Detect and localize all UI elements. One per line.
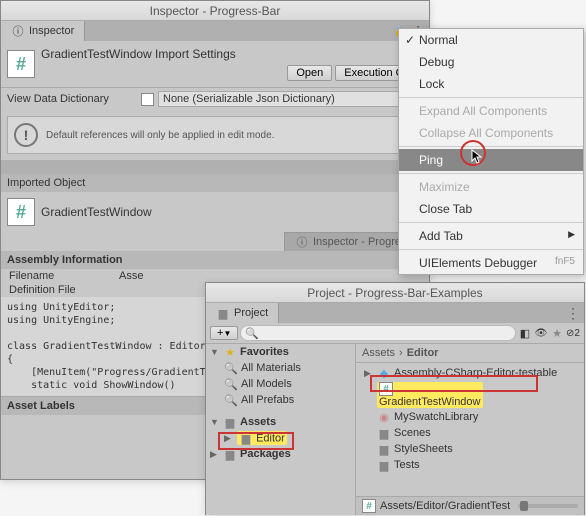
project-tab[interactable]: ▆ Project <box>206 303 279 323</box>
menu-close-tab[interactable]: Close Tab <box>399 198 583 220</box>
fav-all-prefabs[interactable]: All Prefabs <box>206 392 355 408</box>
menu-add-tab[interactable]: Add Tab <box>399 225 583 247</box>
view-dict-label: View Data Dictionary <box>7 93 137 105</box>
folder-icon: ▆ <box>216 306 230 320</box>
file-swatch-library[interactable]: ◉MySwatchLibrary <box>360 409 580 425</box>
script-icon: # <box>7 50 35 78</box>
menu-normal[interactable]: Normal <box>399 29 583 51</box>
assets-node[interactable]: ▼▆Assets <box>206 414 355 430</box>
menu-ping[interactable]: Ping <box>399 149 583 171</box>
project-footer: # Assets/Editor/GradientTest <box>356 496 584 515</box>
packages-node[interactable]: ▶▆Packages <box>206 446 355 462</box>
search-icon <box>224 361 238 375</box>
imported-object-row: # GradientTestWindow <box>1 192 429 232</box>
tab-label: Project <box>234 307 268 319</box>
imported-object-header: Imported Object <box>1 174 429 192</box>
info-icon: ⓘ <box>11 24 25 38</box>
warning-text: Default references will only be applied … <box>46 130 274 141</box>
assembly-info-header: Assembly Information <box>1 251 429 269</box>
menu-collapse-all: Collapse All Components <box>399 122 583 144</box>
add-button[interactable]: +▼ <box>210 326 238 340</box>
context-menu: Normal Debug Lock Expand All Components … <box>398 28 584 275</box>
script-header: # GradientTestWindow Import Settings Ope… <box>1 41 429 88</box>
project-titlebar: Project - Progress-Bar-Examples <box>206 283 584 303</box>
search-input[interactable] <box>240 325 516 341</box>
file-assembly[interactable]: ▶◆Assembly-CSharp-Editor-testable <box>360 365 580 381</box>
filename-key: Filename <box>9 270 119 282</box>
filename-value: Asse <box>119 270 143 282</box>
folder-scenes[interactable]: ▆Scenes <box>360 425 580 441</box>
warning-box: ! Default references will only be applie… <box>7 116 423 154</box>
inspector-tab[interactable]: ⓘ Inspector <box>1 21 85 41</box>
project-window: Project - Progress-Bar-Examples ▆ Projec… <box>205 282 585 515</box>
folder-stylesheets[interactable]: ▆StyleSheets <box>360 441 580 457</box>
script-title: GradientTestWindow Import Settings <box>41 47 423 61</box>
tab-label: Inspector <box>29 25 74 37</box>
search-icon <box>224 393 238 407</box>
filter-icon[interactable]: ◧ <box>518 326 532 340</box>
project-tabbar: ▆ Project <box>206 303 584 323</box>
warning-icon: ! <box>14 123 38 147</box>
visibility-icon[interactable] <box>534 326 548 340</box>
project-toolbar: +▼ ◧ ⊘2 <box>206 323 584 344</box>
definition-file-key: Definition File <box>9 284 119 296</box>
menu-lock[interactable]: Lock <box>399 73 583 95</box>
folder-tests[interactable]: ▆Tests <box>360 457 580 473</box>
view-data-dict-row: View Data Dictionary None (Serializable … <box>1 88 429 110</box>
menu-maximize: Maximize <box>399 176 583 198</box>
folder-tree: ▼★Favorites All Materials All Models All… <box>206 344 356 515</box>
inspector-titlebar: Inspector - Progress-Bar <box>1 1 429 21</box>
dict-field[interactable]: None (Serializable Json Dictionary) <box>158 91 423 107</box>
hidden-count[interactable]: ⊘2 <box>566 326 580 340</box>
editor-folder[interactable]: ▶▆ Editor <box>206 430 355 446</box>
favorite-icon[interactable] <box>550 326 564 340</box>
info-icon: ⓘ <box>295 235 309 249</box>
search-icon <box>245 327 259 340</box>
search-icon <box>224 377 238 391</box>
menu-ui-debugger[interactable]: UIElements DebuggerfnF5 <box>399 252 583 274</box>
menu-expand-all: Expand All Components <box>399 100 583 122</box>
file-gradient-test-window[interactable]: # GradientTestWindow <box>360 381 580 409</box>
favorites-node[interactable]: ▼★Favorites <box>206 344 355 360</box>
script-icon: # <box>7 198 35 226</box>
imported-object-name: GradientTestWindow <box>41 205 152 219</box>
breadcrumb-assets[interactable]: Assets <box>362 347 395 359</box>
menu-debug[interactable]: Debug <box>399 51 583 73</box>
open-button[interactable]: Open <box>287 65 332 81</box>
menu-icon[interactable] <box>566 306 580 320</box>
fav-all-models[interactable]: All Models <box>206 376 355 392</box>
thumbnail-size-slider[interactable] <box>518 504 578 508</box>
chevron-right-icon: › <box>399 347 403 359</box>
footer-path: Assets/Editor/GradientTest <box>380 500 510 512</box>
breadcrumb-editor[interactable]: Editor <box>407 347 439 359</box>
script-icon: # <box>362 499 376 513</box>
inspector-tabbar: ⓘ Inspector <box>1 21 429 41</box>
breadcrumb: Assets › Editor <box>356 344 584 363</box>
dict-checkbox[interactable] <box>141 93 154 106</box>
fav-all-materials[interactable]: All Materials <box>206 360 355 376</box>
